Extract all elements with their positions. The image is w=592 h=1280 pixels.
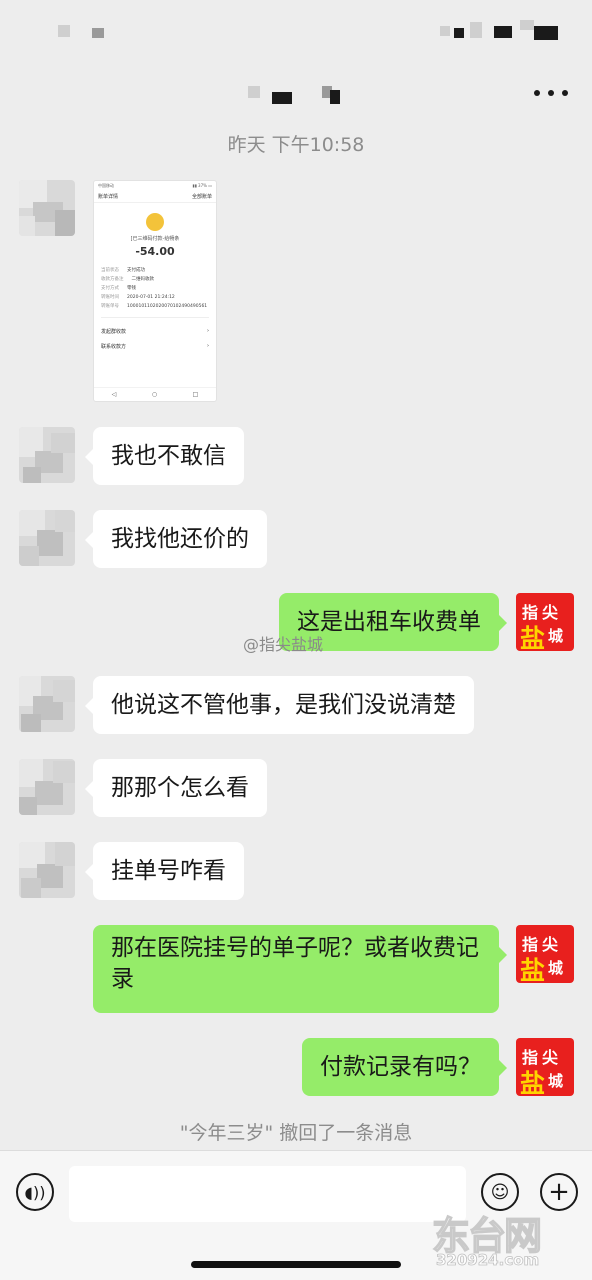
back-icon: ◁ bbox=[111, 391, 117, 398]
home-indicator[interactable] bbox=[191, 1261, 401, 1268]
receipt-nav: 账单详情 全部账单 bbox=[94, 191, 216, 203]
message-bubble[interactable]: 我也不敢信 bbox=[85, 427, 244, 485]
message-bubble[interactable]: 我找他还价的 bbox=[85, 510, 267, 568]
recents-icon: □ bbox=[192, 391, 199, 398]
site-watermark-logo: 东台网 320924.com bbox=[431, 1213, 543, 1269]
message-bubble-own[interactable]: 付款记录有吗？ bbox=[302, 1038, 507, 1096]
chat-header bbox=[0, 60, 592, 128]
receipt-row: 当前状态 支付成功 bbox=[101, 268, 145, 273]
message-text: 我也不敢信 bbox=[111, 443, 226, 469]
more-icon bbox=[534, 90, 540, 96]
own-avatar[interactable]: 指尖 盐 城 bbox=[516, 925, 574, 985]
receipt-row: 转账单号 1000101102020070102490490561 bbox=[101, 304, 208, 309]
message-bubble[interactable]: 他说这不管他事，是我们没说清楚 bbox=[85, 676, 474, 734]
more-options-button[interactable] bbox=[534, 78, 568, 108]
message-text: 这是出租车收费单 bbox=[297, 609, 481, 635]
chat-title-pixelated bbox=[248, 86, 260, 98]
message-input[interactable] bbox=[69, 1166, 466, 1222]
own-avatar[interactable]: 指尖 盐 城 bbox=[516, 1038, 574, 1098]
receipt-navbar: ◁ ○ □ bbox=[94, 387, 216, 401]
contact-avatar[interactable] bbox=[19, 427, 75, 483]
message-text: 付款记录有吗？ bbox=[320, 1054, 481, 1080]
receipt-nav-right: 全部账单 bbox=[191, 194, 212, 200]
contact-avatar[interactable] bbox=[19, 759, 75, 815]
receipt-link: 联系收款方 › bbox=[101, 343, 209, 350]
home-icon: ○ bbox=[151, 391, 158, 398]
receipt-row: 转账时间 2020-07-01 21:24:12 bbox=[101, 295, 175, 300]
contact-avatar[interactable] bbox=[19, 180, 75, 236]
message-bubble[interactable]: 那那个怎么看 bbox=[85, 759, 267, 817]
message-text: 那在医院挂号的单子呢？或者收费记录 bbox=[111, 935, 479, 992]
own-avatar[interactable]: 指尖 盐 城 bbox=[516, 593, 574, 653]
message-text: 挂单号咋看 bbox=[111, 858, 226, 884]
message-text: 那那个怎么看 bbox=[111, 775, 249, 801]
wallet-icon bbox=[146, 213, 164, 231]
contact-avatar[interactable] bbox=[19, 676, 75, 732]
emoji-icon: ☺ bbox=[490, 1181, 510, 1203]
voice-button[interactable]: ◖)) bbox=[16, 1173, 54, 1211]
receipt-amount: -54.00 bbox=[135, 245, 175, 258]
watermark: @指尖盐城 bbox=[243, 635, 324, 654]
receipt-nav-title: 账单详情 bbox=[98, 194, 119, 200]
timestamp: 昨天 下午10:58 bbox=[227, 134, 365, 156]
message-bubble[interactable]: 挂单号咋看 bbox=[85, 842, 244, 900]
recall-notice: "今年三岁" 撤回了一条消息 bbox=[179, 1122, 413, 1144]
payment-receipt-image[interactable]: 中国移动 ▮▮ 37% ▭ 账单详情 全部账单 [已三维码付款-给畅条 -54.0… bbox=[93, 180, 217, 402]
status-bar bbox=[0, 0, 592, 60]
message-text: 他说这不管他事，是我们没说清楚 bbox=[111, 692, 456, 718]
receipt-merchant: [已三维码付款-给畅条 bbox=[130, 236, 180, 242]
receipt-row: 收款方备注 二维码收款 bbox=[101, 277, 154, 282]
receipt-row: 支付方式 零钱 bbox=[101, 286, 136, 291]
message-bubble-own[interactable]: 那在医院挂号的单子呢？或者收费记录 bbox=[93, 925, 507, 1013]
contact-avatar[interactable] bbox=[19, 510, 75, 566]
receipt-link: 发起群收款 › bbox=[101, 328, 209, 335]
message-text: 我找他还价的 bbox=[111, 526, 249, 552]
voice-icon: ◖)) bbox=[24, 1182, 46, 1202]
plus-icon: + bbox=[548, 1177, 570, 1207]
contact-avatar[interactable] bbox=[19, 842, 75, 898]
